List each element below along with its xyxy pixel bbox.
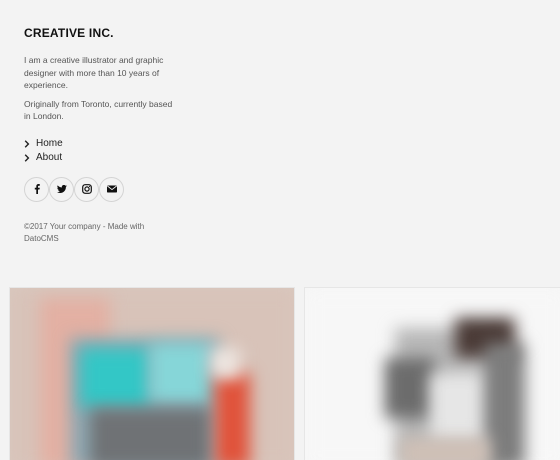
sidebar: CREATIVE INC. I am a creative illustrato… <box>24 26 174 245</box>
twitter-button[interactable] <box>49 176 74 202</box>
twitter-icon <box>56 185 67 193</box>
nav-item-about[interactable]: About <box>24 151 174 165</box>
email-button[interactable] <box>99 176 124 202</box>
nav-item-home[interactable]: Home <box>24 137 174 151</box>
facebook-icon <box>34 184 40 194</box>
location-text: Originally from Toronto, currently based… <box>24 98 173 122</box>
nav-item-label: About <box>36 152 63 163</box>
intro-text: I am a creative illustrator and graphic … <box>24 55 164 90</box>
chevron-right-icon <box>24 153 36 162</box>
envelope-icon <box>106 185 117 193</box>
facebook-button[interactable] <box>24 176 49 202</box>
instagram-button[interactable] <box>74 176 99 202</box>
social-links <box>24 176 174 202</box>
nav-item-label: Home <box>36 138 63 149</box>
intro: I am a creative illustrator and graphic … <box>24 54 174 123</box>
portfolio-image-2[interactable] <box>304 287 560 460</box>
instagram-icon <box>81 184 92 194</box>
copyright-text: ©2017 Your company - Made with DatoCMS <box>24 221 145 243</box>
chevron-right-icon <box>24 139 36 148</box>
brand-logo[interactable]: CREATIVE INC. <box>24 26 174 40</box>
main-nav: Home About <box>24 137 174 165</box>
portfolio-image-1[interactable] <box>9 287 295 460</box>
